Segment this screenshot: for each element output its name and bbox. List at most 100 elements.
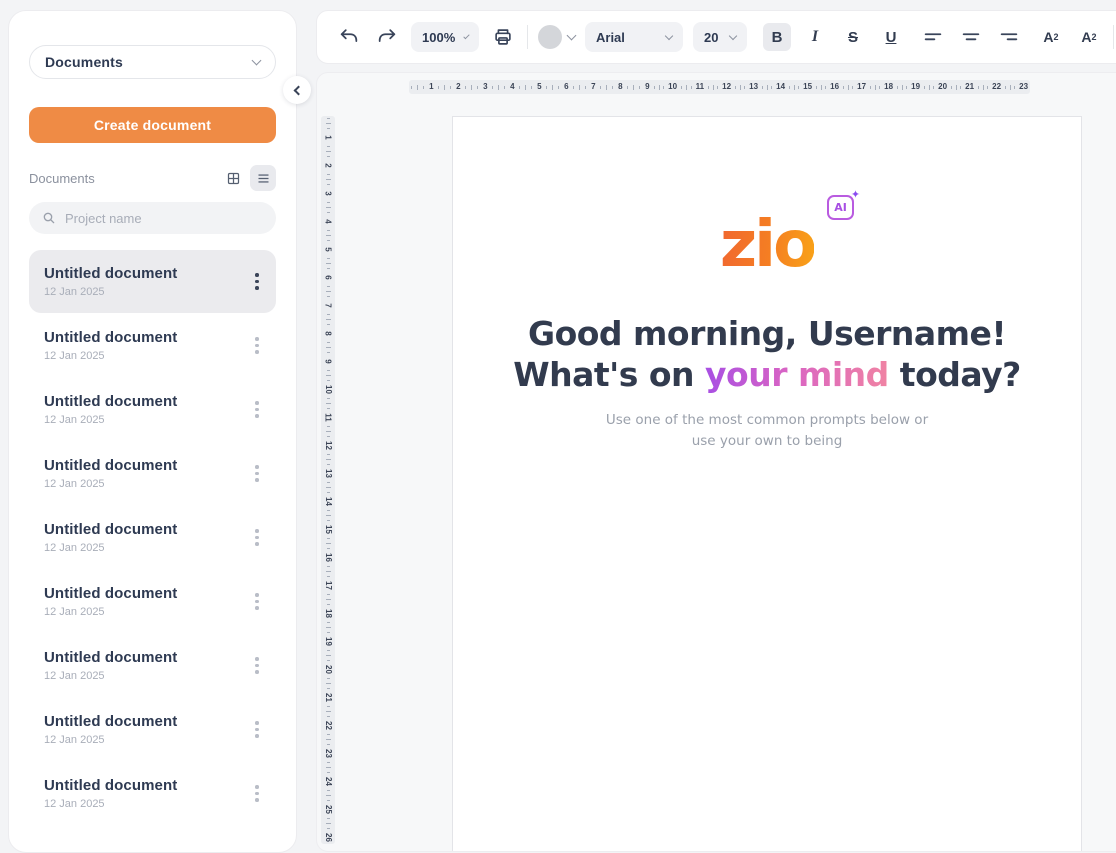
- ruler-unit: 11: [321, 396, 335, 424]
- ruler-unit: 6: [544, 80, 571, 94]
- document-item-text: Untitled document 12 Jan 2025: [44, 777, 177, 810]
- align-center-button[interactable]: [957, 23, 985, 51]
- ruler-unit: 25: [321, 788, 335, 816]
- horizontal-ruler: 1 2 3 4 5 6: [409, 80, 1030, 94]
- greeting-highlight: your mind: [705, 355, 889, 394]
- undo-button[interactable]: [335, 23, 363, 51]
- ruler-unit: 23: [1003, 80, 1030, 94]
- search-box: [29, 202, 276, 234]
- align-right-icon: [998, 26, 1020, 48]
- document-menu-button[interactable]: [244, 457, 270, 491]
- document-title: Untitled document: [44, 393, 177, 410]
- document-menu-button[interactable]: [244, 393, 270, 427]
- ruler-unit: 21: [949, 80, 976, 94]
- document-menu-button[interactable]: [244, 265, 270, 299]
- ruler-unit: 7: [321, 284, 335, 312]
- documents-section-label: Documents: [29, 171, 95, 186]
- print-icon: [492, 26, 514, 48]
- ruler-unit: 9: [625, 80, 652, 94]
- redo-button[interactable]: [373, 23, 401, 51]
- ruler-unit: 1: [409, 80, 436, 94]
- search-input[interactable]: [65, 211, 264, 226]
- document-title: Untitled document: [44, 521, 177, 538]
- ai-badge-icon: AI ✦: [827, 195, 854, 220]
- document-title: Untitled document: [44, 649, 177, 666]
- superscript-button[interactable]: A2: [1037, 23, 1065, 51]
- document-date: 12 Jan 2025: [44, 606, 177, 618]
- underline-button[interactable]: U: [877, 23, 905, 51]
- bold-button[interactable]: B: [763, 23, 791, 51]
- document-title: Untitled document: [44, 265, 177, 282]
- document-list-item[interactable]: Untitled document 12 Jan 2025: [29, 762, 276, 825]
- document-menu-button[interactable]: [244, 329, 270, 363]
- ruler-unit: 22: [976, 80, 1003, 94]
- subscript-button[interactable]: A2: [1075, 23, 1103, 51]
- strikethrough-button[interactable]: S: [839, 23, 867, 51]
- document-item-text: Untitled document 12 Jan 2025: [44, 713, 177, 746]
- document-title: Untitled document: [44, 329, 177, 346]
- ruler-unit: 26: [321, 816, 335, 844]
- view-toggle-group: [220, 165, 276, 191]
- ruler-unit: 9: [321, 340, 335, 368]
- workspace-selector[interactable]: Documents: [29, 45, 276, 79]
- ruler-unit: 10: [652, 80, 679, 94]
- ruler-unit: 20: [321, 648, 335, 676]
- document-title: Untitled document: [44, 713, 177, 730]
- font-family-select[interactable]: Arial: [585, 22, 683, 52]
- ruler-unit: 8: [598, 80, 625, 94]
- sidebar: Documents Create document Documents: [8, 10, 297, 853]
- zoom-value: 100%: [422, 30, 455, 45]
- collapse-sidebar-button[interactable]: [283, 76, 311, 104]
- document-page[interactable]: zio AI ✦ Good morning, Username! What's …: [452, 116, 1082, 852]
- text-color-picker[interactable]: [538, 25, 575, 49]
- documents-section-header: Documents: [29, 165, 276, 191]
- italic-button[interactable]: I: [801, 23, 829, 51]
- search-icon: [41, 210, 57, 226]
- ruler-unit: 2: [321, 144, 335, 172]
- ruler-unit: 6: [321, 256, 335, 284]
- document-list-item[interactable]: Untitled document 12 Jan 2025: [29, 570, 276, 633]
- document-item-text: Untitled document 12 Jan 2025: [44, 265, 177, 298]
- undo-icon: [338, 26, 360, 48]
- chevron-down-icon: [665, 31, 673, 39]
- font-size-select[interactable]: 20: [693, 22, 747, 52]
- ruler-unit: 12: [706, 80, 733, 94]
- ruler-unit: 16: [321, 536, 335, 564]
- align-left-button[interactable]: [919, 23, 947, 51]
- document-list-item[interactable]: Untitled document 12 Jan 2025: [29, 250, 276, 313]
- document-date: 12 Jan 2025: [44, 414, 177, 426]
- document-list-item[interactable]: Untitled document 12 Jan 2025: [29, 314, 276, 377]
- document-menu-button[interactable]: [244, 649, 270, 683]
- ruler-unit: 5: [321, 228, 335, 256]
- ruler-unit: 14: [760, 80, 787, 94]
- document-menu-button[interactable]: [244, 713, 270, 747]
- align-right-button[interactable]: [995, 23, 1023, 51]
- align-center-icon: [960, 26, 982, 48]
- document-date: 12 Jan 2025: [44, 670, 177, 682]
- list-view-icon: [256, 171, 271, 186]
- ruler-unit: 5: [517, 80, 544, 94]
- ruler-unit: 1: [321, 116, 335, 144]
- toolbar-divider: [1113, 25, 1114, 49]
- subtitle-line-2: use your own to being: [453, 431, 1081, 452]
- font-size-value: 20: [704, 30, 718, 45]
- zoom-select[interactable]: 100%: [411, 22, 479, 52]
- align-left-icon: [922, 26, 944, 48]
- document-date: 12 Jan 2025: [44, 350, 177, 362]
- document-list-item[interactable]: Untitled document 12 Jan 2025: [29, 442, 276, 505]
- document-list-item[interactable]: Untitled document 12 Jan 2025: [29, 506, 276, 569]
- app-logo: zio AI ✦: [720, 217, 814, 273]
- document-list-item[interactable]: Untitled document 12 Jan 2025: [29, 698, 276, 761]
- document-menu-button[interactable]: [244, 777, 270, 811]
- ruler-unit: 13: [733, 80, 760, 94]
- grid-view-button[interactable]: [220, 165, 246, 191]
- print-button[interactable]: [489, 23, 517, 51]
- document-list-item[interactable]: Untitled document 12 Jan 2025: [29, 378, 276, 441]
- greeting-subtitle: Use one of the most common prompts below…: [453, 410, 1081, 452]
- document-menu-button[interactable]: [244, 521, 270, 555]
- list-view-button[interactable]: [250, 165, 276, 191]
- document-menu-button[interactable]: [244, 585, 270, 619]
- document-list-item[interactable]: Untitled document 12 Jan 2025: [29, 634, 276, 697]
- ruler-unit: 2: [436, 80, 463, 94]
- create-document-button[interactable]: Create document: [29, 107, 276, 143]
